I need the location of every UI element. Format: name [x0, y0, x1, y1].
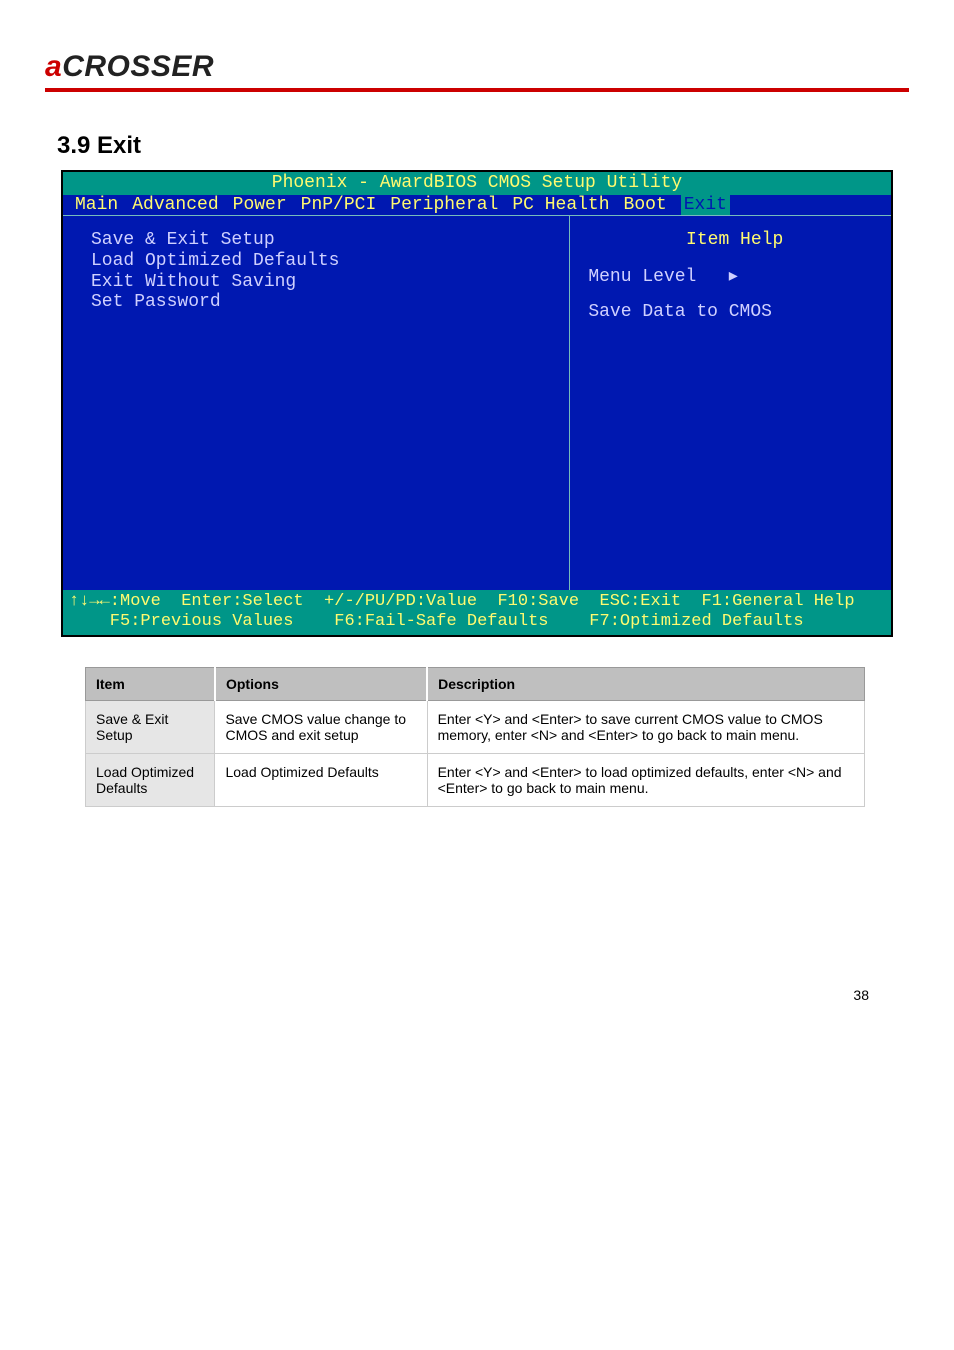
- menu-pnp-pci[interactable]: PnP/PCI: [301, 195, 377, 216]
- menu-peripheral[interactable]: Peripheral: [390, 195, 498, 216]
- table-header-item: Item: [86, 668, 215, 701]
- logo: aCROSSER: [45, 50, 214, 84]
- bios-left-panel: Save & Exit Setup Load Optimized Default…: [63, 216, 570, 590]
- bios-body: Save & Exit Setup Load Optimized Default…: [63, 215, 891, 590]
- menu-level-row: Menu Level ▸: [588, 265, 881, 288]
- menu-advanced[interactable]: Advanced: [132, 195, 218, 216]
- row1-options: Load Optimized Defaults: [215, 754, 427, 807]
- row1-description: Enter <Y> and <Enter> to load optimized …: [427, 754, 864, 807]
- table-row: Load Optimized Defaults Load Optimized D…: [86, 754, 865, 807]
- help-text: Save Data to CMOS: [588, 302, 881, 323]
- logo-header: aCROSSER: [45, 50, 909, 92]
- bios-menu-bar: Main Advanced Power PnP/PCI Peripheral P…: [63, 195, 891, 216]
- row0-item: Save & Exit Setup: [86, 701, 215, 754]
- exit-set-password[interactable]: Set Password: [91, 292, 559, 313]
- exit-save-exit[interactable]: Save & Exit Setup: [91, 230, 559, 251]
- table-header-options: Options: [215, 668, 427, 701]
- table-header-row: Item Options Description: [86, 668, 865, 701]
- row0-description: Enter <Y> and <Enter> to save current CM…: [427, 701, 864, 754]
- section-heading: 3.9 Exit: [57, 132, 909, 160]
- page-number: 38: [45, 987, 869, 1003]
- logo-text: CROSSER: [62, 50, 214, 83]
- description-table: Item Options Description Save & Exit Set…: [85, 667, 865, 807]
- bios-right-panel: Item Help Menu Level ▸ Save Data to CMOS: [570, 216, 891, 590]
- exit-without-saving[interactable]: Exit Without Saving: [91, 272, 559, 293]
- logo-accent: a: [45, 50, 62, 83]
- footer-line-2: F5:Previous Values F6:Fail-Safe Defaults…: [69, 612, 804, 631]
- footer-line-1: ↑↓→←:Move Enter:Select +/-/PU/PD:Value F…: [69, 592, 855, 611]
- item-help-title: Item Help: [588, 230, 881, 251]
- menu-main[interactable]: Main: [75, 195, 118, 216]
- exit-load-defaults[interactable]: Load Optimized Defaults: [91, 251, 559, 272]
- row0-options: Save CMOS value change to CMOS and exit …: [215, 701, 427, 754]
- menu-level-label: Menu Level: [588, 267, 696, 287]
- menu-power[interactable]: Power: [233, 195, 287, 216]
- menu-pc-health[interactable]: PC Health: [512, 195, 609, 216]
- bios-title: Phoenix - AwardBIOS CMOS Setup Utility: [63, 172, 891, 195]
- bios-screenshot: Phoenix - AwardBIOS CMOS Setup Utility M…: [61, 170, 893, 637]
- triangle-right-icon: ▸: [729, 265, 738, 285]
- table-header-description: Description: [427, 668, 864, 701]
- menu-boot[interactable]: Boot: [624, 195, 667, 216]
- menu-exit[interactable]: Exit: [681, 195, 730, 216]
- bios-footer: ↑↓→←:Move Enter:Select +/-/PU/PD:Value F…: [63, 590, 891, 635]
- table-row: Save & Exit Setup Save CMOS value change…: [86, 701, 865, 754]
- row1-item: Load Optimized Defaults: [86, 754, 215, 807]
